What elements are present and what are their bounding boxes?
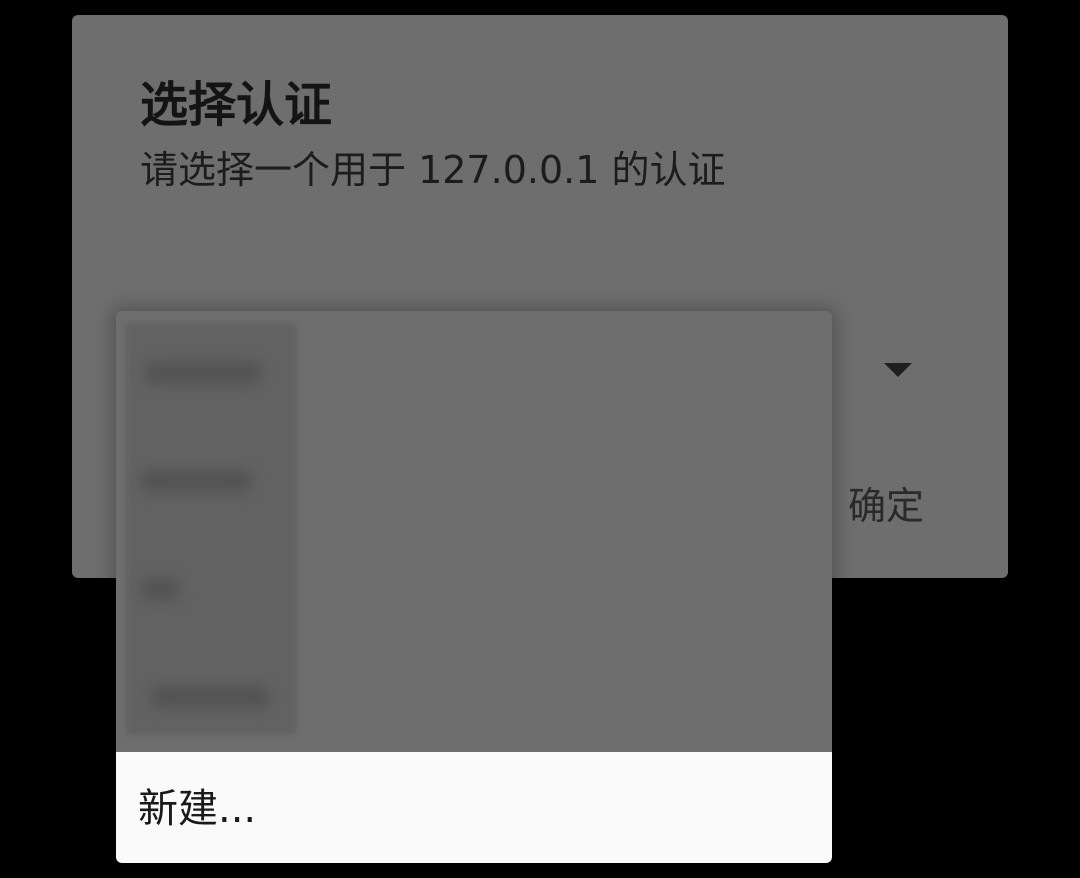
dropdown-item-new-label: 新建... [138,786,257,832]
blurred-auth-options [116,311,832,752]
dropdown-item[interactable] [140,469,252,493]
dropdown-item[interactable] [150,685,270,709]
dropdown-arrow-icon[interactable] [884,363,912,377]
dropdown-item-new[interactable]: 新建... [116,752,832,863]
dropdown-item[interactable] [144,361,262,385]
dropdown-item[interactable] [140,577,180,601]
auth-dropdown-list: 新建... [116,311,832,863]
ok-button[interactable]: 确定 [842,477,930,535]
dialog-title: 选择认证 [140,77,333,133]
dialog-message: 请选择一个用于 127.0.0.1 的认证 [140,148,726,192]
screen: 选择认证 请选择一个用于 127.0.0.1 的认证 确定 新建... [0,0,1080,878]
